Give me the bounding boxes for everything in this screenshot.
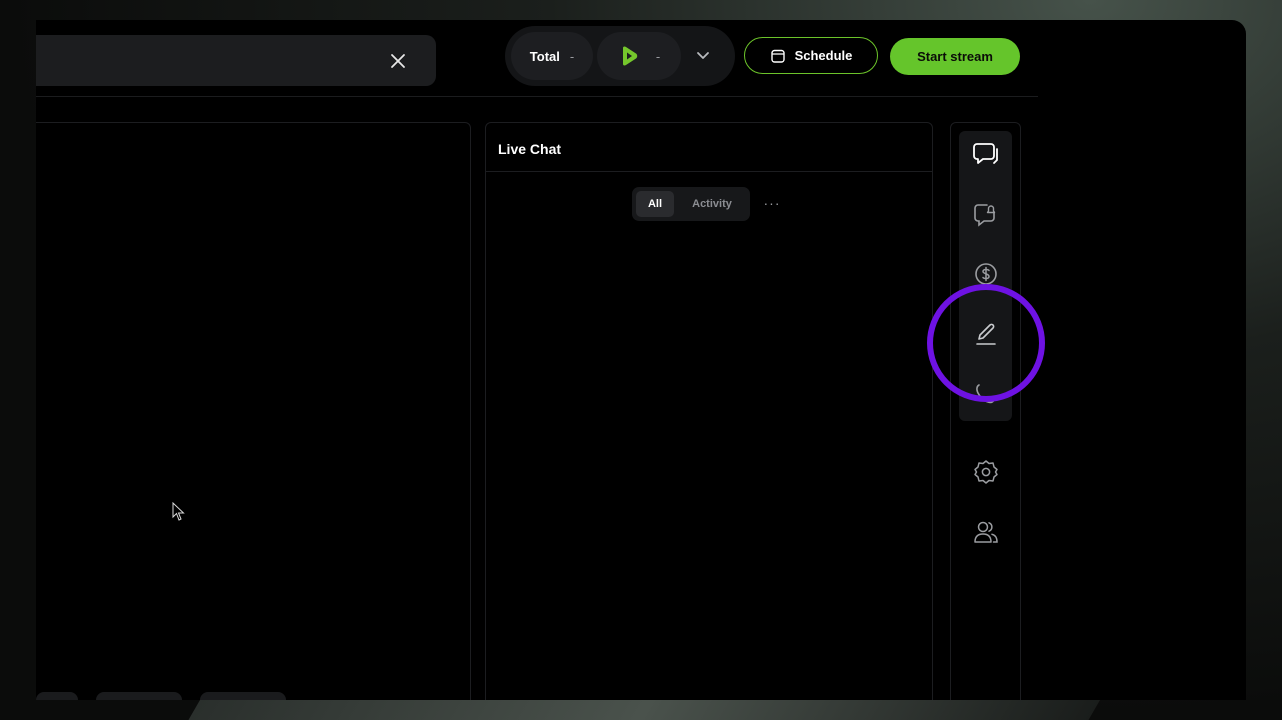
stat-total-value: - (569, 48, 575, 64)
close-button[interactable] (386, 49, 410, 73)
bottom-tab[interactable] (96, 692, 182, 700)
calendar-icon (770, 49, 785, 63)
rail-alerts-button[interactable] (971, 199, 1001, 229)
chat-more-button[interactable]: ··· (762, 193, 782, 213)
highlight-circle (927, 284, 1045, 402)
tab-activity[interactable]: Activity (682, 191, 742, 217)
search-bar[interactable] (36, 35, 436, 86)
users-icon (973, 521, 998, 543)
chat-title: Live Chat (486, 123, 932, 172)
chat-filter-tabs: All Activity (632, 187, 750, 221)
stat-rumble-value: - (655, 48, 661, 64)
live-chat-panel: Live Chat All Activity ··· (485, 122, 933, 700)
preview-panel (36, 122, 471, 700)
alert-bubble-icon (973, 204, 995, 227)
rail-users-button[interactable] (971, 517, 1001, 547)
mouse-cursor-icon (172, 502, 185, 521)
right-tool-rail (950, 122, 1021, 700)
close-icon (391, 54, 405, 68)
stat-rumble[interactable]: - (597, 32, 681, 80)
start-stream-label: Start stream (917, 49, 993, 64)
rumble-logo-icon (622, 46, 638, 66)
viewer-stats: Total - - (505, 26, 735, 86)
stat-total[interactable]: Total - (511, 32, 593, 80)
rail-chat-button[interactable] (971, 139, 1001, 169)
stat-total-label: Total (529, 48, 560, 64)
gear-icon (973, 460, 998, 484)
bottom-tab[interactable] (200, 692, 286, 700)
stats-dropdown-button[interactable] (691, 44, 715, 68)
header-divider (36, 96, 1038, 97)
rail-settings-button[interactable] (971, 457, 1001, 487)
tab-all[interactable]: All (636, 191, 674, 217)
streaming-app-window: Total - - Schedule Start stream Live Cha… (36, 20, 1246, 700)
bottom-tab[interactable] (36, 692, 78, 700)
schedule-label: Schedule (794, 48, 853, 63)
start-stream-button[interactable]: Start stream (890, 38, 1020, 75)
chat-icon (972, 143, 998, 164)
schedule-button[interactable]: Schedule (744, 37, 878, 74)
chevron-down-icon (697, 52, 709, 59)
